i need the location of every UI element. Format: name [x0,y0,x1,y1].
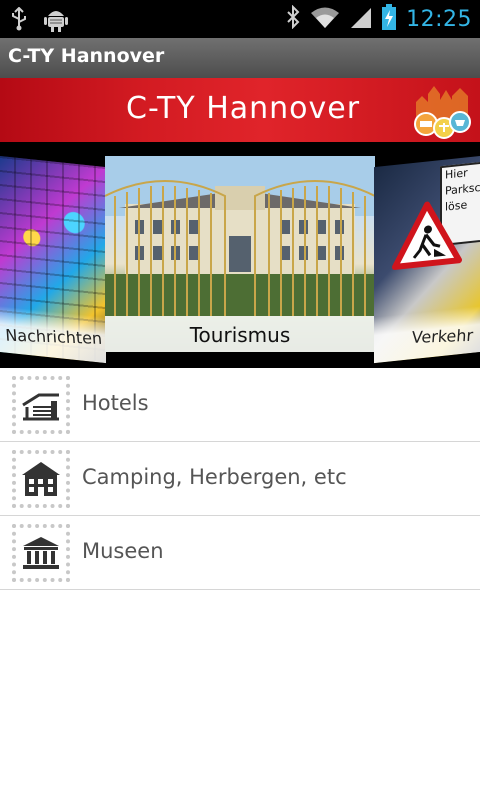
carousel-card-tourismus[interactable]: Tourismus [105,156,375,352]
list-item-icon-frame [12,524,70,582]
carousel-caption-bg: Nachrichten [0,306,106,364]
city-skyline-logo-icon [410,80,474,142]
usb-icon [10,6,28,35]
bluetooth-icon [286,4,300,33]
clock: 12:25 [406,6,472,32]
category-list: Hotels Camping, Herbergen, etc Museen [0,368,480,590]
title-bar: C-TY Hannover [0,38,480,78]
list-item-label: Museen [82,539,164,563]
banner-logo-text: C-TY Hannover [126,91,361,126]
list-item-hotels[interactable]: Hotels [0,368,480,442]
carousel-caption-bg: Verkehr [374,306,480,364]
app-banner: C-TY Hannover [0,78,480,142]
signal-icon [350,5,372,33]
hotel-icon [22,393,59,421]
carousel-caption-bg: Tourismus [105,316,375,352]
roadworks-warning-sign-icon [392,201,462,270]
wifi-icon [310,5,340,33]
list-item-label: Hotels [82,391,149,415]
list-item-label: Camping, Herbergen, etc [82,465,347,489]
hostel-icon [22,462,60,496]
carousel-caption-nachrichten: Nachrichten [4,325,103,349]
category-carousel[interactable]: Nachrichten Tourismus Hier Parksc löse V… [0,142,480,368]
list-item-icon-frame [12,450,70,508]
list-item-icon-frame [12,376,70,434]
app-title: C-TY Hannover [8,45,165,67]
carousel-card-nachrichten[interactable]: Nachrichten [0,156,106,364]
android-debug-icon [44,6,68,36]
status-bar: 12:25 [0,0,480,38]
carousel-caption-tourismus: Tourismus [189,323,291,347]
list-item-camping[interactable]: Camping, Herbergen, etc [0,442,480,516]
list-item-museen[interactable]: Museen [0,516,480,590]
museum-icon [23,537,59,569]
battery-charging-icon [382,4,397,34]
carousel-card-verkehr[interactable]: Hier Parksc löse Verkehr [374,156,480,364]
carousel-caption-verkehr: Verkehr [410,325,474,347]
